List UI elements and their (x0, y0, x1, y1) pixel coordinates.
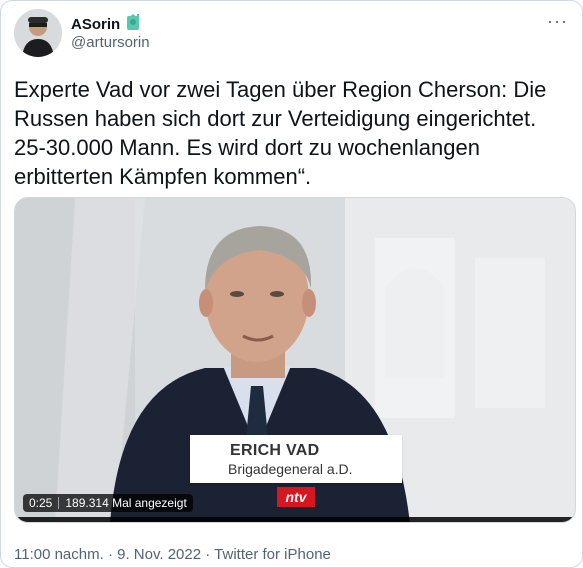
statue-of-liberty-emoji-icon (124, 13, 142, 36)
tweet-card: ASorin @artursorin ··· Experte Vad vor z… (0, 0, 583, 568)
video-timestamp: 0:25 (29, 496, 53, 510)
video-view-count: 189.314 Mal angezeigt (65, 496, 187, 510)
lower-third-role: Brigadegeneral a.D. (228, 461, 353, 477)
meta-separator: · (107, 546, 113, 563)
lower-third-name: ERICH VAD (230, 442, 320, 459)
meta-separator: · (205, 546, 211, 563)
tweet-text: Experte Vad vor zwei Tagen über Region C… (14, 77, 553, 189)
more-options-icon[interactable]: ··· (547, 11, 568, 32)
video-player[interactable]: ERICH VAD Brigadegeneral a.D. ntv 0:25 1… (14, 197, 576, 523)
ntv-logo-icon: ntv (277, 487, 315, 507)
tweet-meta: 11:00 nachm. · 9. Nov. 2022 · Twitter fo… (14, 546, 331, 563)
tweet-date[interactable]: 9. Nov. 2022 (117, 546, 201, 563)
avatar[interactable] (14, 9, 62, 57)
display-name[interactable]: ASorin (71, 16, 120, 33)
lower-third-caption: ERICH VAD Brigadegeneral a.D. (190, 435, 402, 483)
user-name-line[interactable]: ASorin (71, 13, 142, 36)
video-progress-bar[interactable] (15, 517, 575, 522)
tweet-time[interactable]: 11:00 nachm. (14, 546, 104, 563)
tweet-source[interactable]: Twitter for iPhone (214, 546, 331, 563)
user-handle[interactable]: @artursorin (71, 34, 150, 51)
video-time-badge: 0:25 189.314 Mal angezeigt (23, 494, 193, 512)
badge-divider (58, 497, 60, 509)
